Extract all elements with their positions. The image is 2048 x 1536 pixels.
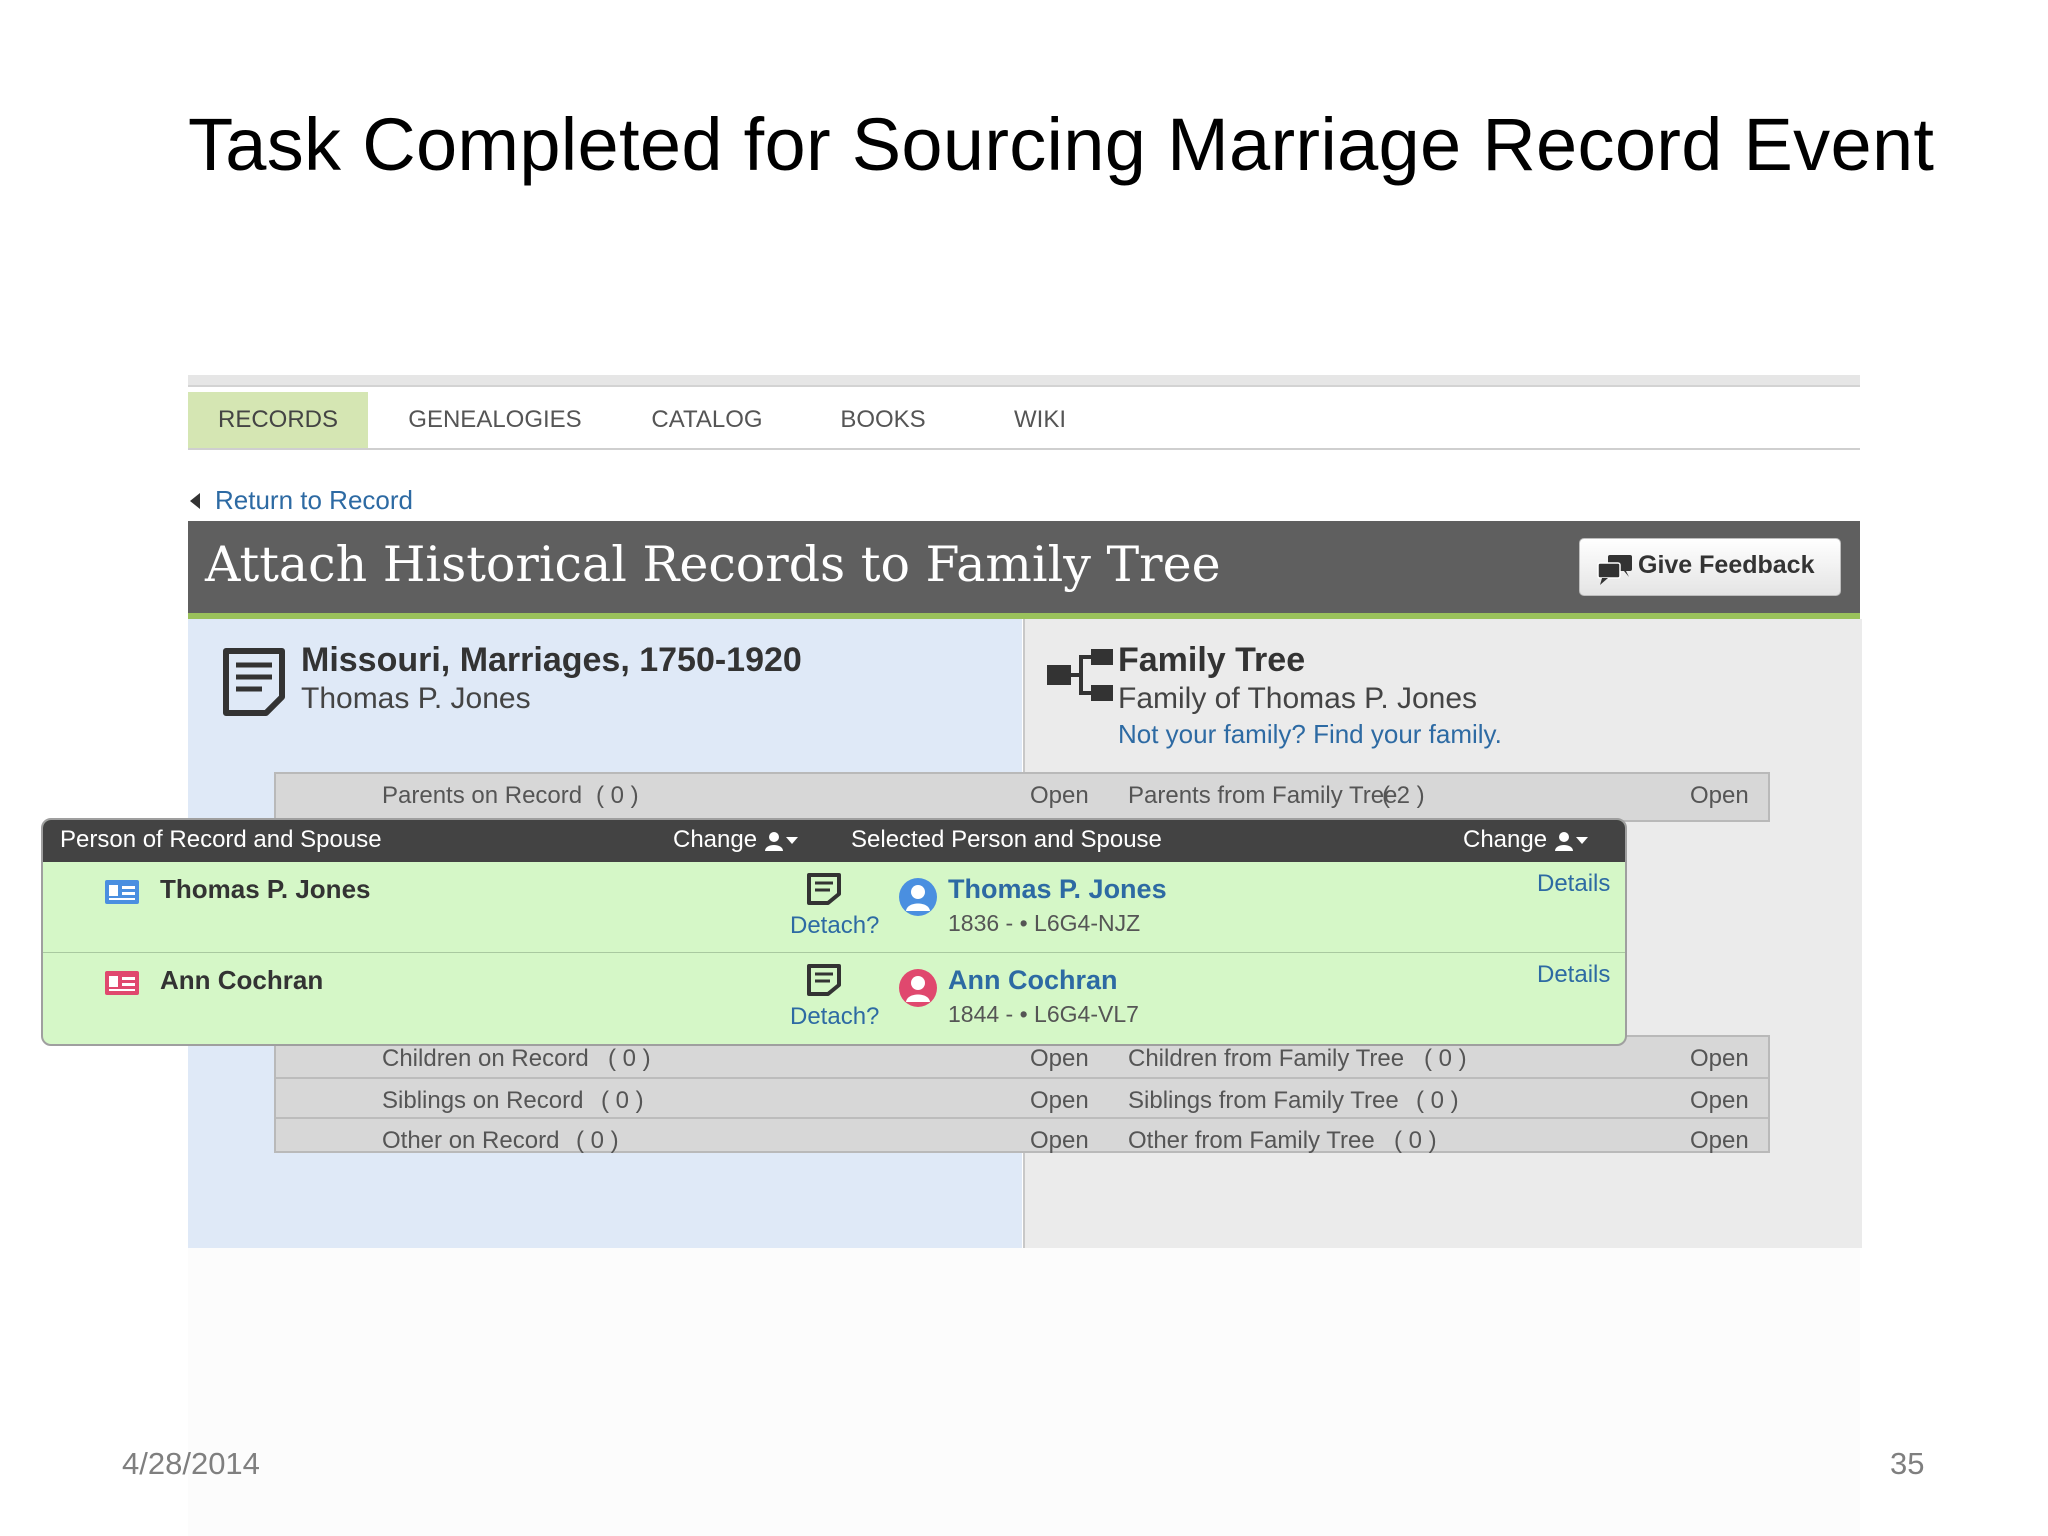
- person-icon: [764, 831, 783, 851]
- relatives-section: Children on Record ( 0 ) Open Children f…: [274, 1035, 1770, 1154]
- record-subtitle: Thomas P. Jones: [301, 682, 531, 715]
- other-from-tree-count: ( 0 ): [1394, 1127, 1437, 1154]
- tab-wiki[interactable]: WIKI: [1000, 392, 1080, 448]
- male-avatar-icon: [899, 878, 937, 916]
- tree-title: Family Tree: [1118, 641, 1306, 679]
- couple-header: Person of Record and Spouse Change Selec…: [43, 820, 1625, 862]
- record-title: Missouri, Marriages, 1750-1920: [301, 641, 802, 679]
- other-on-record-open[interactable]: Open: [1030, 1127, 1089, 1155]
- person-row-husband: Thomas P. Jones Detach? Thomas P. Jones …: [43, 862, 1625, 952]
- give-feedback-button[interactable]: Give Feedback: [1579, 538, 1841, 596]
- details-link[interactable]: Details: [1537, 961, 1610, 989]
- parents-from-tree-label: Parents from Family Tree: [1128, 782, 1398, 809]
- other-row: Other on Record ( 0 ) Open Other from Fa…: [276, 1117, 1768, 1163]
- change-label: Change: [673, 826, 758, 853]
- parents-row: Parents on Record ( 0 ) Open Parents fro…: [276, 774, 1768, 818]
- find-your-family-link[interactable]: Not your family? Find your family.: [1118, 719, 1502, 750]
- tab-books[interactable]: BOOKS: [828, 392, 938, 448]
- person-icon: [1554, 831, 1573, 851]
- couple-panel: Person of Record and Spouse Change Selec…: [41, 818, 1627, 1046]
- slide-title: Task Completed for Sourcing Marriage Rec…: [188, 103, 1935, 186]
- parents-from-tree-open[interactable]: Open: [1690, 782, 1749, 810]
- nav-bar: RECORDS GENEALOGIES CATALOG BOOKS WIKI: [188, 392, 1860, 450]
- document-icon: [223, 648, 285, 716]
- id-card-icon: [105, 971, 139, 995]
- chevron-down-icon: [785, 837, 798, 845]
- record-person-name: Thomas P. Jones: [160, 874, 371, 904]
- return-link-label: Return to Record: [215, 485, 413, 515]
- parents-section: Parents on Record ( 0 ) Open Parents fro…: [274, 772, 1770, 822]
- selected-person-header: Selected Person and Spouse: [851, 826, 1162, 853]
- siblings-on-record-count: ( 0 ): [601, 1087, 644, 1114]
- siblings-on-record-open[interactable]: Open: [1030, 1087, 1089, 1115]
- detach-link[interactable]: Detach?: [790, 912, 879, 940]
- other-on-record-label: Other on Record: [382, 1127, 560, 1154]
- other-on-record-count: ( 0 ): [576, 1127, 619, 1154]
- siblings-from-tree-label: Siblings from Family Tree: [1128, 1087, 1399, 1114]
- tab-catalog[interactable]: CATALOG: [642, 392, 772, 448]
- children-on-record-label: Children on Record: [382, 1045, 589, 1072]
- feedback-icon: [1597, 555, 1632, 585]
- parents-on-record-count: ( 0 ): [596, 782, 639, 809]
- other-from-tree-open[interactable]: Open: [1690, 1127, 1749, 1155]
- change-record-person-button[interactable]: Change: [673, 826, 798, 854]
- tree-person-name[interactable]: Ann Cochran: [948, 965, 1118, 996]
- children-on-record-count: ( 0 ): [608, 1045, 651, 1072]
- top-divider: [188, 375, 1860, 387]
- tree-person-meta: 1844 - • L6G4-VL7: [948, 1001, 1139, 1027]
- tab-genealogies[interactable]: GENEALOGIES: [406, 392, 584, 448]
- parents-from-tree-count: ( 2 ): [1382, 782, 1425, 809]
- chevron-down-icon: [1575, 837, 1588, 845]
- record-person-name: Ann Cochran: [160, 965, 324, 995]
- tree-person-meta: 1836 - • L6G4-NJZ: [948, 910, 1141, 936]
- return-to-record-link[interactable]: Return to Record: [188, 483, 413, 517]
- note-icon[interactable]: [806, 963, 842, 997]
- detach-link[interactable]: Detach?: [790, 1003, 879, 1031]
- page-header: Attach Historical Records to Family Tree…: [188, 521, 1860, 619]
- id-card-icon: [105, 880, 139, 904]
- children-from-tree-count: ( 0 ): [1424, 1045, 1467, 1072]
- details-link[interactable]: Details: [1537, 870, 1610, 898]
- screenshot-frame: RECORDS GENEALOGIES CATALOG BOOKS WIKI R…: [188, 375, 1862, 1248]
- slide-background-panel: [188, 1248, 1860, 1536]
- tab-records[interactable]: RECORDS: [188, 392, 368, 448]
- person-row-wife: Ann Cochran Detach? Ann Cochran 1844 - •…: [43, 952, 1625, 1043]
- other-from-tree-label: Other from Family Tree: [1128, 1127, 1375, 1154]
- siblings-from-tree-count: ( 0 ): [1416, 1087, 1459, 1114]
- slide-page-number: 35: [1890, 1446, 1925, 1481]
- tree-subtitle: Family of Thomas P. Jones: [1118, 682, 1478, 715]
- tree-person-name[interactable]: Thomas P. Jones: [948, 874, 1167, 905]
- female-avatar-icon: [899, 969, 937, 1007]
- person-of-record-header: Person of Record and Spouse: [60, 826, 382, 853]
- give-feedback-label: Give Feedback: [1638, 551, 1815, 579]
- change-label: Change: [1463, 826, 1548, 853]
- note-icon[interactable]: [806, 872, 842, 906]
- siblings-on-record-label: Siblings on Record: [382, 1087, 584, 1114]
- page-title: Attach Historical Records to Family Tree: [205, 536, 1221, 593]
- children-from-tree-label: Children from Family Tree: [1128, 1045, 1405, 1072]
- children-from-tree-open[interactable]: Open: [1690, 1045, 1749, 1073]
- slide-date: 4/28/2014: [122, 1446, 260, 1481]
- parents-on-record-open[interactable]: Open: [1030, 782, 1089, 810]
- children-on-record-open[interactable]: Open: [1030, 1045, 1089, 1073]
- caret-left-icon: [190, 493, 200, 510]
- parents-on-record-label: Parents on Record: [382, 782, 583, 809]
- family-tree-icon: [1047, 649, 1113, 701]
- siblings-from-tree-open[interactable]: Open: [1690, 1087, 1749, 1115]
- change-tree-person-button[interactable]: Change: [1463, 826, 1588, 854]
